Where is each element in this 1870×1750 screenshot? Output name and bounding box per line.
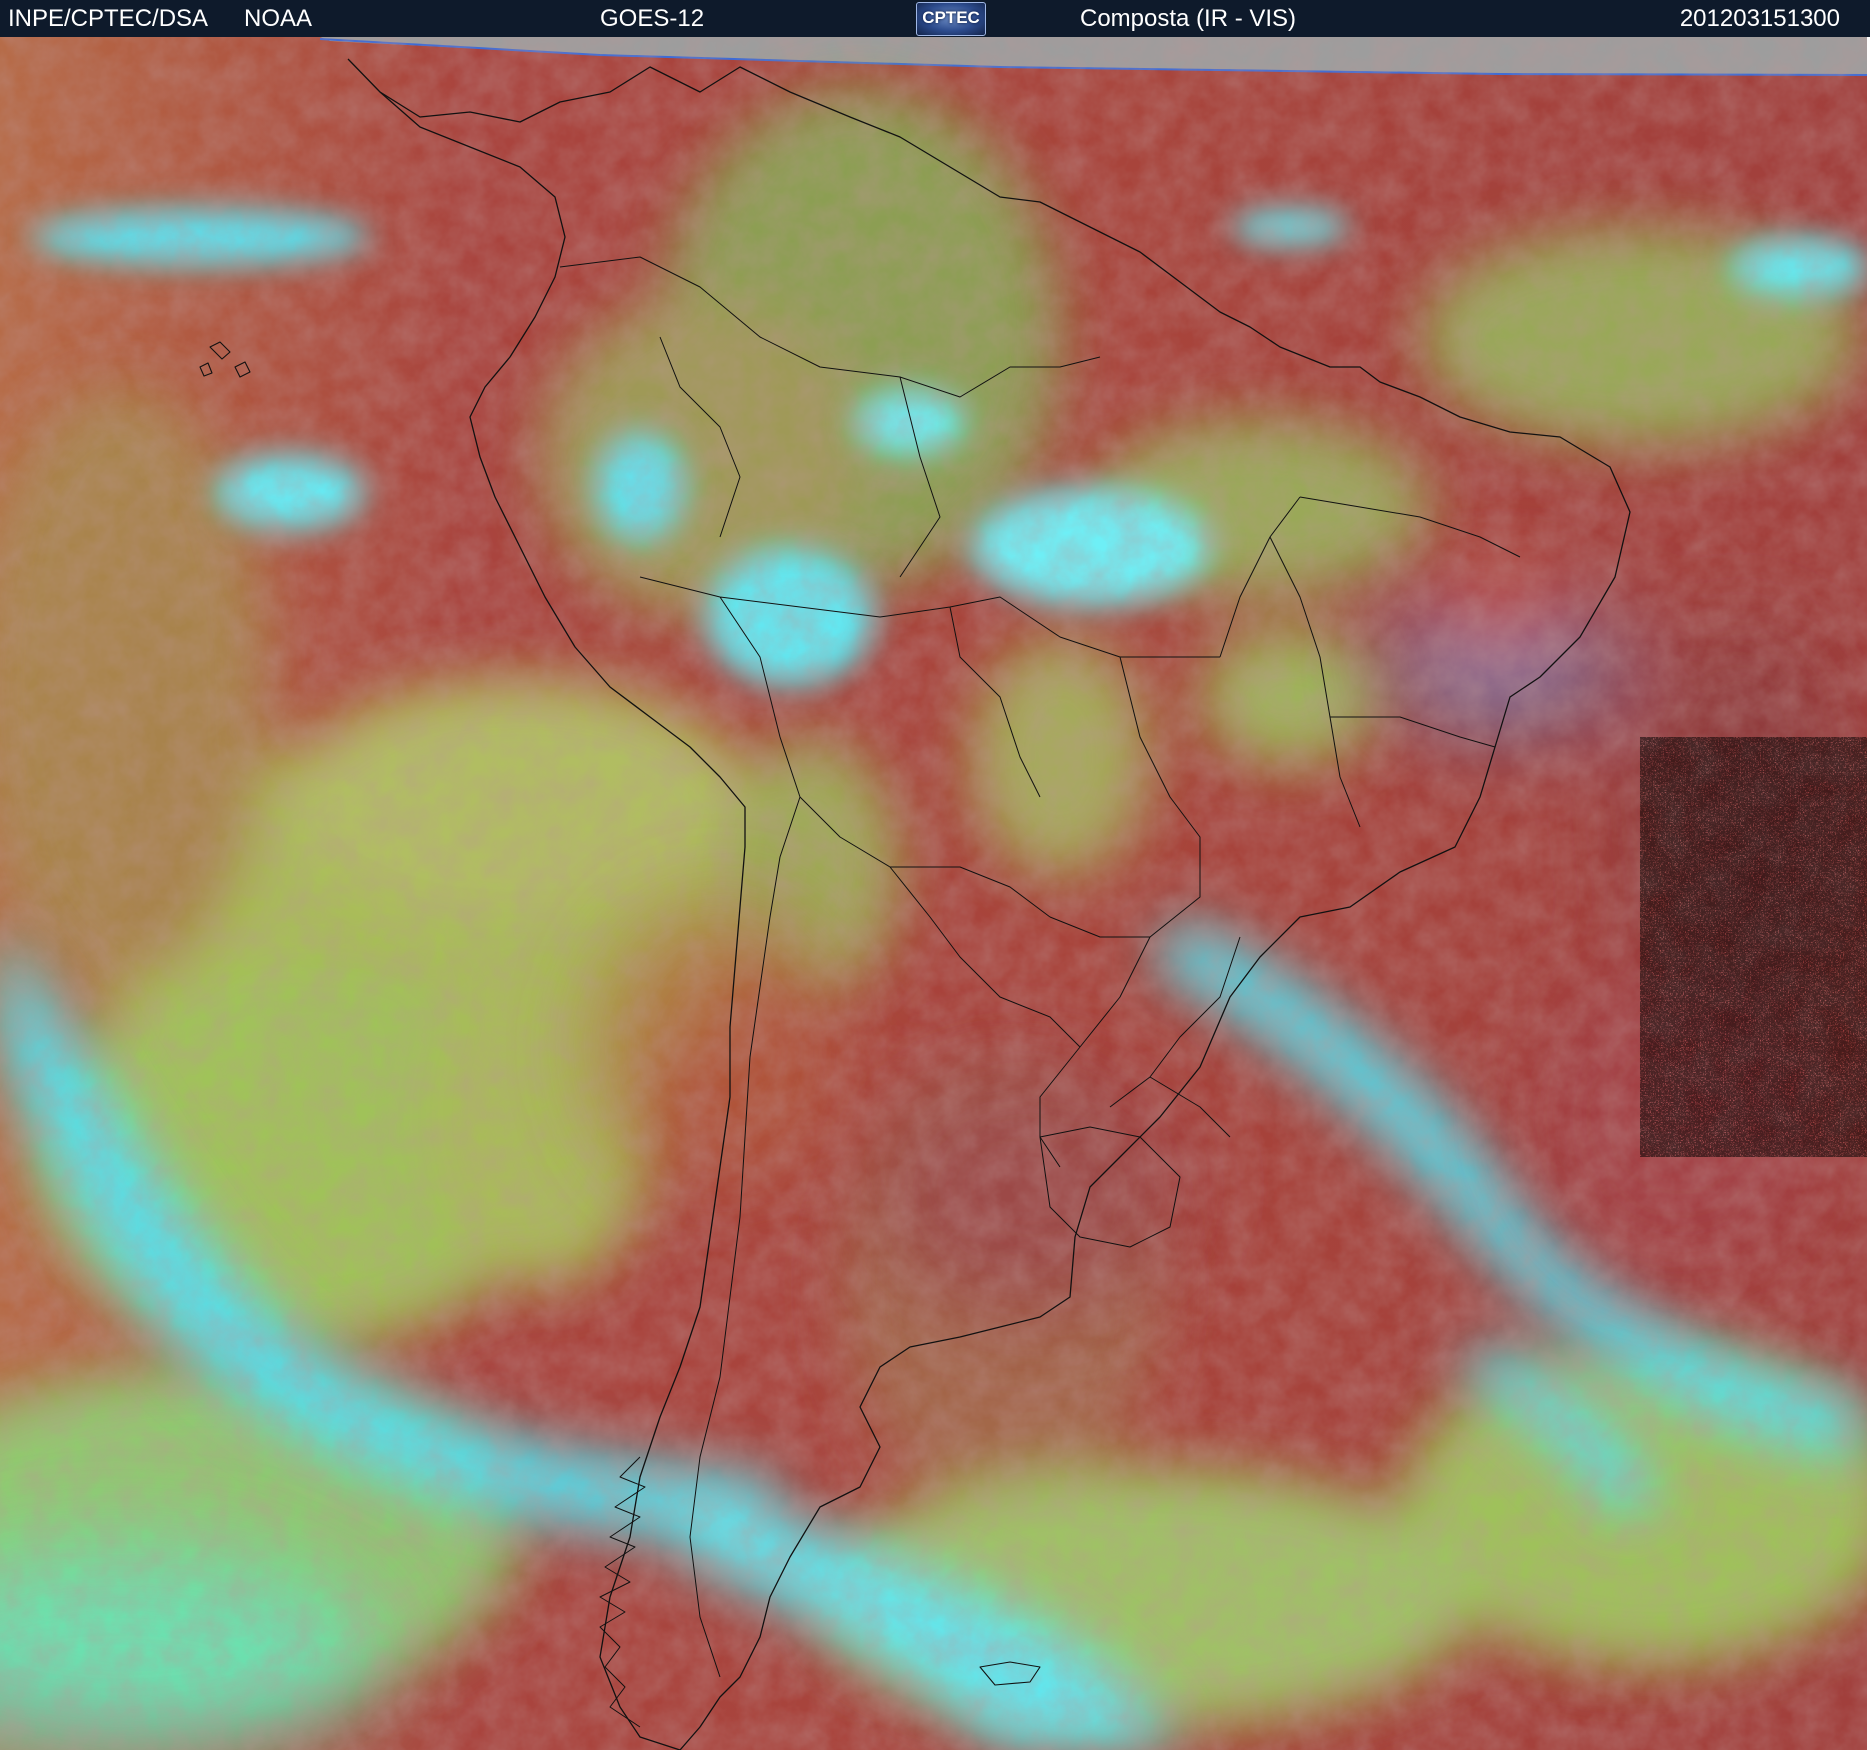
product-label: Composta (IR - VIS) (1080, 5, 1297, 32)
source-label: NOAA (244, 5, 313, 32)
logo-text: CPTEC (922, 8, 980, 27)
timestamp-label: 201203151300 (1679, 5, 1840, 32)
image-header-bar: INPE/CPTEC/DSA NOAA GOES-12 CPTEC Compos… (0, 0, 1870, 37)
satellite-label: GOES-12 (600, 5, 705, 32)
satellite-viewer: INPE/CPTEC/DSA NOAA GOES-12 CPTEC Compos… (0, 0, 1870, 1750)
satellite-image (0, 37, 1870, 1750)
cloud-texture-overlay (0, 37, 1870, 1750)
satellite-composite-svg (0, 37, 1870, 1750)
agency-label: INPE/CPTEC/DSA (8, 5, 209, 32)
cptec-logo-icon: CPTEC (916, 2, 986, 36)
